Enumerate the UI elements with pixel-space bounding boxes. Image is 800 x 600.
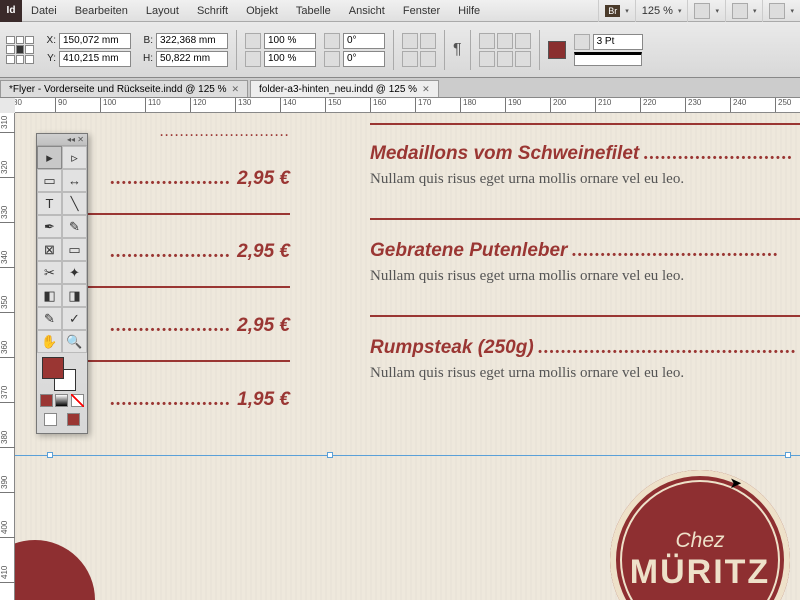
close-icon[interactable]: ✕ [422, 84, 430, 95]
rotate-field[interactable] [343, 33, 385, 49]
pencil-tool[interactable]: ✎ [62, 215, 87, 238]
apply-color-row[interactable] [37, 391, 87, 410]
rectangle-tool[interactable]: ▭ [62, 238, 87, 261]
wrap-3-icon[interactable] [515, 33, 531, 49]
direct-selection-tool[interactable]: ▹ [62, 146, 87, 169]
mouse-cursor: ➤ [729, 474, 742, 492]
flip-v-icon[interactable] [420, 51, 436, 67]
scale-x-icon [245, 33, 261, 49]
menu-schrift[interactable]: Schrift [188, 5, 237, 17]
reference-point[interactable] [6, 36, 34, 64]
gradient-feather-tool[interactable]: ◨ [62, 284, 87, 307]
height-field[interactable] [156, 51, 228, 67]
view-mode-row[interactable] [37, 410, 87, 429]
wrap-5-icon[interactable] [497, 51, 513, 67]
bridge-button[interactable]: Br [598, 0, 635, 22]
screen-icon [732, 3, 748, 19]
selection-tool[interactable]: ▸ [37, 146, 62, 169]
gradient-swatch-tool[interactable]: ◧ [37, 284, 62, 307]
menu-layout[interactable]: Layout [137, 5, 188, 17]
scale-x-field[interactable] [264, 33, 316, 49]
stroke-style-dropdown[interactable] [574, 52, 642, 66]
horizontal-ruler[interactable]: 8090100110120130140150160170180190200210… [15, 98, 800, 113]
rotate-ccw-icon[interactable] [402, 51, 418, 67]
control-bar: X: Y: B: H: ¶ [0, 22, 800, 78]
view-mode-dropdown[interactable] [687, 0, 725, 22]
zoom-dropdown[interactable]: 125 % [635, 0, 688, 22]
flip-h-icon[interactable] [420, 33, 436, 49]
menu-datei[interactable]: Datei [22, 5, 66, 17]
tools-panel[interactable]: ◂◂ ✕ ▸ ▹ ▭ ↔ T ╲ ✒ ✎ ⊠ ▭ ✂ ✦ ◧ ◨ ✎ ✓ ✋ 🔍 [36, 133, 88, 434]
page-tool[interactable]: ▭ [37, 169, 62, 192]
menu-bearbeiten[interactable]: Bearbeiten [66, 5, 137, 17]
menu-bar: Id Datei Bearbeiten Layout Schrift Objek… [0, 0, 800, 22]
rotate-cw-icon[interactable] [402, 33, 418, 49]
pen-tool[interactable]: ✒ [37, 215, 62, 238]
type-tool[interactable]: T [37, 192, 62, 215]
gap-tool[interactable]: ↔ [62, 169, 87, 192]
wrap-2-icon[interactable] [497, 33, 513, 49]
wrap-4-icon[interactable] [479, 51, 495, 67]
paragraph-icon[interactable]: ¶ [453, 41, 462, 59]
scissors-tool[interactable]: ✂ [37, 261, 62, 284]
free-transform-tool[interactable]: ✦ [62, 261, 87, 284]
arrange-dropdown[interactable] [762, 0, 800, 22]
scale-y-icon [245, 51, 261, 67]
screen-mode-dropdown[interactable] [725, 0, 763, 22]
scale-y-field[interactable] [264, 51, 316, 67]
rotate-icon [324, 33, 340, 49]
x-position-field[interactable] [59, 33, 131, 49]
fill-stroke-swatch[interactable] [37, 353, 87, 391]
line-tool[interactable]: ╲ [62, 192, 87, 215]
hand-tool[interactable]: ✋ [37, 330, 62, 353]
stroke-icon [574, 34, 590, 50]
tab-folder[interactable]: folder-a3-hinten_neu.indd @ 125 %✕ [250, 80, 439, 97]
wrap-1-icon[interactable] [479, 33, 495, 49]
work-area: 310320330340350360370380390400410 ......… [0, 113, 800, 600]
stroke-weight-field[interactable] [593, 34, 643, 50]
arrange-icon [769, 3, 785, 19]
eyedropper-tool[interactable]: ✓ [62, 307, 87, 330]
note-tool[interactable]: ✎ [37, 307, 62, 330]
shear-field[interactable] [343, 51, 385, 67]
document-tabs: *Flyer - Vorderseite und Rückseite.indd … [0, 78, 800, 98]
app-logo: Id [0, 0, 22, 22]
y-position-field[interactable] [59, 51, 131, 67]
width-field[interactable] [156, 33, 228, 49]
vertical-ruler[interactable]: 310320330340350360370380390400410 [0, 113, 15, 600]
menu-hilfe[interactable]: Hilfe [449, 5, 489, 17]
view-icon [694, 3, 710, 19]
rectangle-frame-tool[interactable]: ⊠ [37, 238, 62, 261]
zoom-tool[interactable]: 🔍 [62, 330, 87, 353]
wrap-6-icon[interactable] [515, 51, 531, 67]
menu-ansicht[interactable]: Ansicht [340, 5, 394, 17]
page: .......................... .............… [15, 113, 800, 600]
menu-tabelle[interactable]: Tabelle [287, 5, 340, 17]
corner-decoration [15, 540, 95, 600]
close-icon[interactable]: ✕ [231, 84, 239, 95]
panel-grip[interactable]: ◂◂ ✕ [37, 134, 87, 146]
shear-icon [324, 51, 340, 67]
menu-objekt[interactable]: Objekt [237, 5, 287, 17]
tab-flyer[interactable]: *Flyer - Vorderseite und Rückseite.indd … [0, 80, 248, 97]
canvas[interactable]: .......................... .............… [15, 113, 800, 600]
logo-badge: Chez MÜRITZ [610, 470, 790, 600]
menu-fenster[interactable]: Fenster [394, 5, 449, 17]
fill-swatch[interactable] [548, 41, 566, 59]
